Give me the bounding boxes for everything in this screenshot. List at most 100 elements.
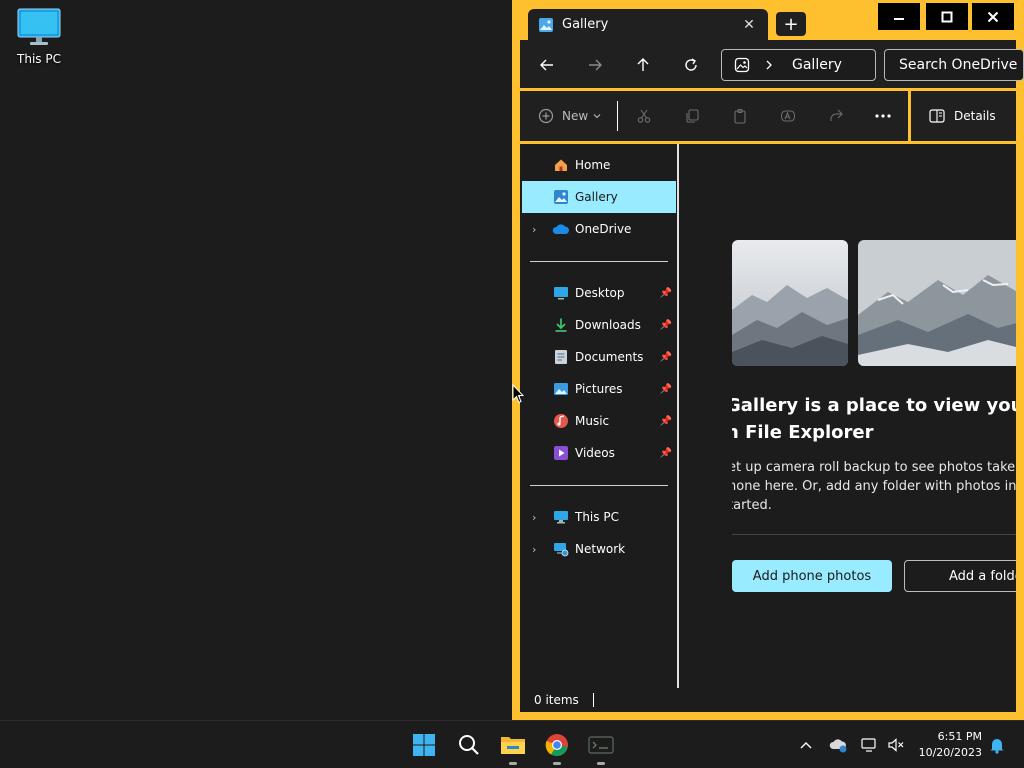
details-pane-icon: [929, 109, 945, 123]
chevron-up-icon: [800, 742, 812, 749]
system-clock[interactable]: 6:51 PM 10/20/2023: [912, 729, 982, 761]
tab-gallery[interactable]: Gallery ✕: [528, 9, 768, 40]
pin-icon[interactable]: 📌: [660, 384, 672, 395]
refresh-button[interactable]: [677, 52, 705, 78]
sidebar-item-home[interactable]: Home: [522, 149, 676, 181]
forward-button[interactable]: [581, 52, 609, 78]
new-tab-button[interactable]: +: [776, 12, 806, 36]
command-divider: [617, 101, 618, 131]
sidebar-item-pictures[interactable]: Pictures 📌: [522, 373, 676, 405]
address-bar[interactable]: Gallery: [721, 49, 876, 81]
description-line: tarted.: [732, 498, 772, 513]
chevron-right-icon[interactable]: ›: [532, 543, 536, 556]
copy-icon: [686, 109, 699, 123]
sidebar-item-music[interactable]: Music 📌: [522, 405, 676, 437]
sidebar-divider: [530, 485, 668, 486]
pin-icon[interactable]: 📌: [660, 320, 672, 331]
taskbar-app[interactable]: [587, 731, 615, 765]
sidebar-item-label: Documents: [575, 350, 644, 364]
volume-tray[interactable]: [884, 733, 908, 757]
search-input[interactable]: Search OneDrive: [884, 49, 1024, 81]
add-phone-photos-button[interactable]: Add phone photos: [732, 560, 892, 592]
gallery-outline-icon: [734, 57, 750, 73]
show-hidden-icons-button[interactable]: [794, 733, 818, 757]
new-button[interactable]: New: [538, 104, 601, 128]
breadcrumb-gallery[interactable]: Gallery: [792, 57, 842, 73]
taskbar-file-explorer[interactable]: [499, 731, 527, 765]
sidebar-item-gallery[interactable]: Gallery: [522, 181, 676, 213]
pin-icon[interactable]: 📌: [660, 416, 672, 427]
gallery-icon: [552, 188, 570, 206]
this-pc-icon: [552, 508, 570, 526]
chevron-right-icon[interactable]: ›: [532, 223, 536, 236]
desktop-icon: [552, 284, 570, 302]
title-bar[interactable]: Gallery ✕ +: [512, 0, 1024, 44]
sidebar-item-onedrive[interactable]: › OneDrive: [522, 213, 676, 245]
share-icon: [830, 109, 843, 121]
ellipsis-icon: [875, 114, 891, 118]
search-button[interactable]: [455, 731, 483, 759]
windows-logo-icon: [413, 734, 435, 756]
close-tab-icon[interactable]: ✕: [740, 17, 758, 33]
share-button[interactable]: [828, 104, 844, 128]
description-line: hone here. Or, add any folder with photo…: [732, 479, 1016, 494]
chevron-down-icon: [593, 114, 601, 119]
desktop-icon-label: This PC: [17, 52, 61, 66]
network-icon: [552, 540, 570, 558]
videos-icon: [552, 444, 570, 462]
onedrive-tray[interactable]: [826, 733, 850, 757]
maximize-button[interactable]: [926, 3, 968, 30]
taskbar-chrome[interactable]: [543, 731, 571, 765]
chevron-right-icon: [766, 60, 772, 70]
sidebar-item-label: Desktop: [575, 286, 625, 300]
close-button[interactable]: [972, 3, 1014, 30]
rename-button[interactable]: [780, 104, 796, 128]
downloads-icon: [552, 316, 570, 334]
arrow-right-icon: [589, 59, 602, 71]
command-bar: New: [520, 91, 908, 141]
sidebar-item-label: Home: [575, 158, 611, 172]
pane-splitter[interactable]: [677, 144, 679, 688]
notifications-button[interactable]: [985, 733, 1009, 757]
paste-button[interactable]: [732, 104, 748, 128]
sidebar-item-network[interactable]: › Network: [522, 533, 676, 565]
details-button[interactable]: Details: [911, 91, 1016, 141]
cut-button[interactable]: [636, 104, 652, 128]
sidebar-item-label: Videos: [575, 446, 615, 460]
copy-button[interactable]: [684, 104, 700, 128]
file-explorer-window: Gallery ✕ + Gallery Search OneDrive New …: [512, 0, 1024, 720]
sidebar-item-downloads[interactable]: Downloads 📌: [522, 309, 676, 341]
arrow-up-icon: [637, 58, 649, 71]
new-button-label: New: [562, 109, 589, 123]
items-count: 0 items: [534, 693, 579, 707]
running-indicator: [509, 762, 517, 765]
sidebar-divider: [530, 261, 668, 262]
pin-icon[interactable]: 📌: [660, 352, 672, 363]
add-folder-button[interactable]: Add a folde: [904, 560, 1016, 592]
network-tray[interactable]: [858, 733, 882, 757]
minimize-button[interactable]: [878, 3, 920, 30]
minimize-icon: [894, 17, 904, 20]
navigation-pane[interactable]: Home Gallery › OneDrive Desktop 📌 Downlo…: [520, 144, 678, 688]
running-indicator: [553, 762, 561, 765]
sidebar-item-documents[interactable]: Documents 📌: [522, 341, 676, 373]
sidebar-item-this-pc[interactable]: › This PC: [522, 501, 676, 533]
back-button[interactable]: [533, 52, 561, 78]
terminal-icon: [588, 736, 614, 754]
sidebar-item-desktop[interactable]: Desktop 📌: [522, 277, 676, 309]
bell-icon: [990, 739, 1004, 754]
sidebar-item-label: Downloads: [575, 318, 641, 332]
up-button[interactable]: [629, 52, 657, 78]
sidebar-item-videos[interactable]: Videos 📌: [522, 437, 676, 469]
chevron-right-icon[interactable]: ›: [532, 511, 536, 524]
more-options-button[interactable]: [874, 104, 892, 128]
cloud-icon: [829, 739, 847, 753]
pin-icon[interactable]: 📌: [660, 448, 672, 459]
arrow-left-icon: [540, 59, 553, 71]
pin-icon[interactable]: 📌: [660, 288, 672, 299]
content-divider: [732, 534, 1016, 535]
gallery-empty-state: Gallery is a place to view your ph n Fil…: [732, 144, 1016, 688]
desktop-this-pc-shortcut[interactable]: This PC: [10, 8, 68, 78]
sample-photo-mountains-right: [858, 240, 1016, 366]
start-button[interactable]: [410, 731, 438, 759]
